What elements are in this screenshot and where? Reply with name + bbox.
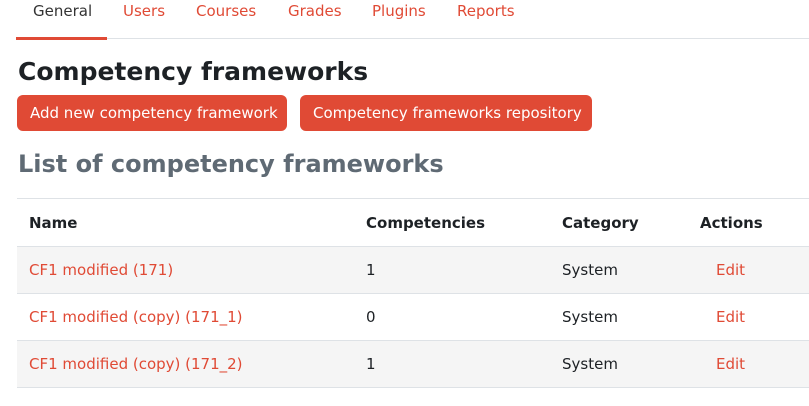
edit-action-link[interactable]: Edit xyxy=(716,308,745,326)
competency-count: 1 xyxy=(366,355,376,373)
tab-plugins[interactable]: Plugins xyxy=(372,0,426,39)
add-competency-framework-button[interactable]: Add new competency framework xyxy=(17,95,287,131)
admin-tab-bar: General Users Courses Grades Plugins Rep… xyxy=(16,0,809,40)
framework-category: System xyxy=(562,308,618,326)
competency-count: 1 xyxy=(366,261,376,279)
tab-general[interactable]: General xyxy=(16,0,107,40)
edit-action-link[interactable]: Edit xyxy=(716,355,745,373)
framework-name-link[interactable]: CF1 modified (171) xyxy=(29,261,173,279)
frameworks-table: Name Competencies Category Actions CF1 m… xyxy=(17,198,809,388)
competency-count: 0 xyxy=(366,308,376,326)
framework-name-link[interactable]: CF1 modified (copy) (171_1) xyxy=(29,308,243,326)
column-header-category: Category xyxy=(562,213,639,232)
list-heading: List of competency frameworks xyxy=(18,150,444,178)
table-row: CF1 modified (171) 1 System Edit xyxy=(17,247,809,294)
column-header-actions: Actions xyxy=(700,213,763,232)
framework-category: System xyxy=(562,355,618,373)
tab-users[interactable]: Users xyxy=(123,0,165,39)
framework-category: System xyxy=(562,261,618,279)
tab-reports[interactable]: Reports xyxy=(457,0,515,39)
column-header-name: Name xyxy=(29,213,78,232)
table-header-row: Name Competencies Category Actions xyxy=(17,199,809,247)
competency-frameworks-repository-button[interactable]: Competency frameworks repository xyxy=(300,95,592,131)
framework-name-link[interactable]: CF1 modified (copy) (171_2) xyxy=(29,355,243,373)
edit-action-link[interactable]: Edit xyxy=(716,261,745,279)
tab-grades[interactable]: Grades xyxy=(288,0,342,39)
page-title: Competency frameworks xyxy=(18,57,369,86)
table-row: CF1 modified (copy) (171_2) 1 System Edi… xyxy=(17,341,809,388)
column-header-competencies: Competencies xyxy=(366,213,486,232)
table-row: CF1 modified (copy) (171_1) 0 System Edi… xyxy=(17,294,809,341)
tab-courses[interactable]: Courses xyxy=(196,0,256,39)
